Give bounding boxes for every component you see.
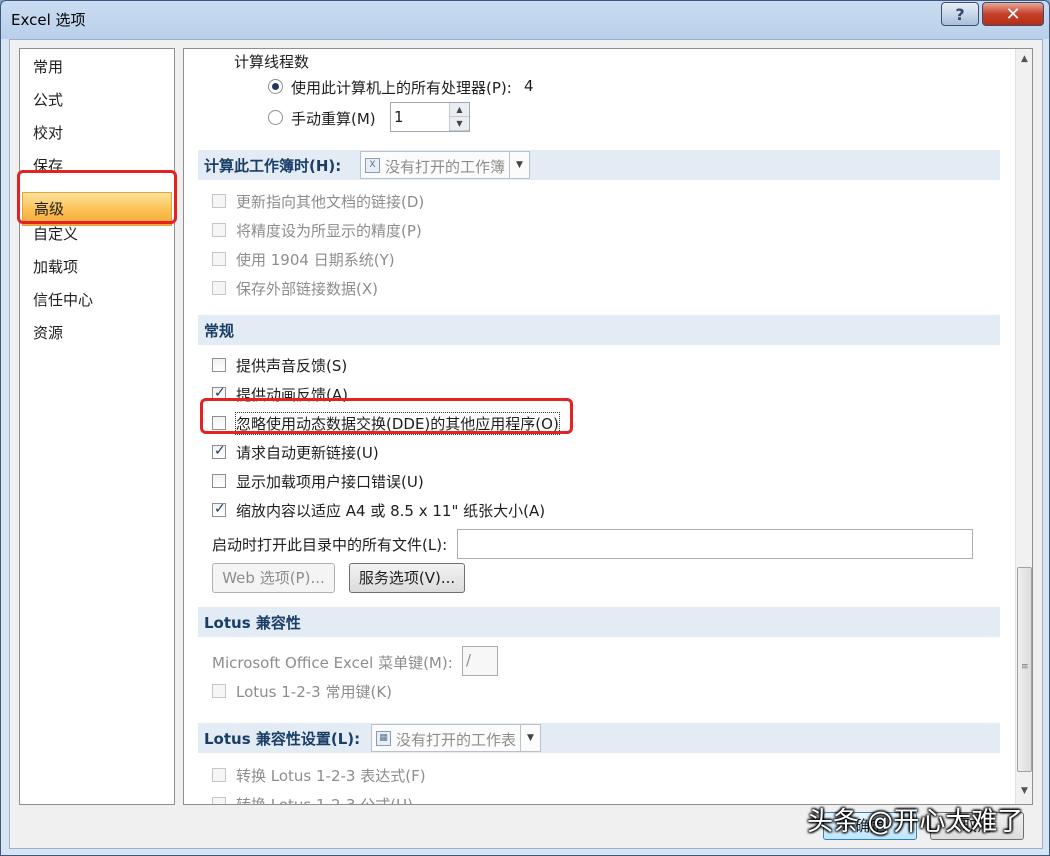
- startup-folder-input[interactable]: [457, 529, 973, 559]
- addin-ui-errors-label: 显示加载项用户接口错误(U): [236, 473, 424, 491]
- manual-threads-radio[interactable]: [268, 110, 283, 125]
- processor-count: 4: [524, 77, 534, 95]
- lotus-section-header: Lotus 兼容性: [198, 607, 1000, 637]
- nav-item-proofing[interactable]: 校对: [33, 121, 63, 145]
- transition-formula-eval-label: 转换 Lotus 1-2-3 表达式(F): [236, 767, 426, 785]
- workbook-combo-value: 没有打开的工作簿: [385, 158, 506, 176]
- vertical-scrollbar[interactable]: ▲ ≡ ▼: [1015, 49, 1032, 804]
- manual-threads-label: 手动重算(M): [291, 110, 376, 128]
- transition-formula-entry-checkbox[interactable]: [212, 797, 226, 804]
- window-title: Excel 选项: [11, 11, 86, 29]
- spin-down-icon[interactable]: ▼: [450, 117, 469, 131]
- category-nav: 常用 公式 校对 保存 高级 自定义 加载项 信任中心 资源: [19, 48, 175, 805]
- update-links-checkbox[interactable]: [212, 194, 226, 208]
- transition-formula-entry-label: 转换 Lotus 1-2-3 公式(U): [236, 796, 413, 805]
- startup-folder-label: 启动时打开此目录中的所有文件(L):: [212, 536, 448, 554]
- spinner-arrows[interactable]: ▲ ▼: [449, 103, 469, 131]
- menu-key-label: Microsoft Office Excel 菜单键(M):: [212, 654, 453, 672]
- help-button[interactable]: ?: [941, 2, 979, 26]
- service-options-button[interactable]: 服务选项(V)...: [349, 563, 465, 593]
- lotus-worksheet-combo[interactable]: ▦ 没有打开的工作表 ▼: [371, 724, 541, 752]
- precision-as-displayed-checkbox[interactable]: [212, 223, 226, 237]
- dialog-body: 常用 公式 校对 保存 高级 自定义 加载项 信任中心 资源 计算线程数 使用此…: [9, 39, 1043, 849]
- menu-key-value: /: [466, 651, 472, 669]
- spin-up-icon[interactable]: ▲: [450, 103, 469, 117]
- highlight-advanced-box: [17, 170, 177, 224]
- nav-item-addins[interactable]: 加载项: [33, 255, 78, 279]
- manual-threads-value: 1: [394, 108, 404, 126]
- nav-item-customize[interactable]: 自定义: [33, 222, 78, 246]
- nav-item-resources[interactable]: 资源: [33, 321, 63, 345]
- watermark-text: 头条 @开心太难了: [807, 807, 1024, 837]
- scale-content-checkbox[interactable]: ✓: [212, 501, 226, 517]
- update-links-label: 更新指向其他文档的链接(D): [236, 193, 425, 211]
- date-1904-label: 使用 1904 日期系统(Y): [236, 251, 395, 269]
- worksheet-icon: ▦: [376, 731, 391, 746]
- scroll-up-icon[interactable]: ▲: [1016, 51, 1032, 68]
- nav-item-trust-center[interactable]: 信任中心: [33, 288, 93, 312]
- lotus-nav-keys-label: Lotus 1-2-3 常用键(K): [236, 683, 393, 701]
- lotus-worksheet-combo-value: 没有打开的工作表: [396, 731, 517, 749]
- scale-content-label: 缩放内容以适应 A4 或 8.5 x 11" 纸张大小(A): [236, 502, 546, 520]
- save-external-links-label: 保存外部链接数据(X): [236, 280, 378, 298]
- excel-options-window: Excel 选项 ? ✕ 常用 公式 校对 保存 高级 自定义 加载项 信任中心…: [0, 0, 1050, 856]
- lotus-settings-section-title: Lotus 兼容性设置(L):: [204, 730, 361, 748]
- checkmark-icon: ✓: [214, 443, 226, 459]
- addin-ui-errors-checkbox[interactable]: [212, 474, 226, 488]
- workbook-section-title: 计算此工作簿时(H):: [204, 157, 342, 175]
- workbook-combo[interactable]: X 没有打开的工作簿 ▼: [360, 151, 530, 179]
- nav-item-formulas[interactable]: 公式: [33, 88, 63, 112]
- lotus-nav-keys-checkbox[interactable]: [212, 684, 226, 698]
- manual-threads-spinner[interactable]: 1 ▲ ▼: [390, 102, 470, 132]
- web-options-button[interactable]: Web 选项(P)...: [212, 563, 335, 593]
- title-bar: Excel 选项 ? ✕: [1, 1, 1049, 39]
- workbook-section-header: 计算此工作簿时(H):: [198, 150, 1000, 180]
- use-all-processors-label: 使用此计算机上的所有处理器(P):: [291, 79, 512, 97]
- chevron-down-icon[interactable]: ▼: [509, 152, 529, 178]
- calc-threads-heading: 计算线程数: [234, 53, 310, 71]
- sound-feedback-checkbox[interactable]: [212, 358, 226, 372]
- chevron-down-icon[interactable]: ▼: [520, 725, 540, 751]
- general-section-title: 常规: [204, 322, 235, 340]
- advanced-options-panel: 计算线程数 使用此计算机上的所有处理器(P): 4 手动重算(M) 1 ▲ ▼ …: [183, 48, 1033, 805]
- menu-key-input[interactable]: /: [462, 646, 498, 676]
- save-external-links-checkbox[interactable]: [212, 281, 226, 295]
- sound-feedback-label: 提供声音反馈(S): [236, 357, 348, 375]
- checkmark-icon: ✓: [214, 501, 226, 517]
- nav-item-general[interactable]: 常用: [33, 55, 63, 79]
- lotus-section-title: Lotus 兼容性: [204, 614, 301, 632]
- auto-update-links-label: 请求自动更新链接(U): [236, 444, 379, 462]
- scroll-down-icon[interactable]: ▼: [1016, 783, 1032, 800]
- grip-icon: ≡: [1021, 662, 1029, 672]
- general-section-header: 常规: [198, 315, 1000, 345]
- transition-formula-eval-checkbox[interactable]: [212, 768, 226, 782]
- precision-as-displayed-label: 将精度设为所显示的精度(P): [236, 222, 422, 240]
- workbook-icon: X: [365, 158, 380, 173]
- date-1904-checkbox[interactable]: [212, 252, 226, 266]
- auto-update-links-checkbox[interactable]: ✓: [212, 443, 226, 459]
- scrollbar-thumb[interactable]: ≡: [1017, 567, 1032, 772]
- highlight-dde-box: [200, 398, 573, 434]
- close-button[interactable]: ✕: [982, 2, 1044, 26]
- use-all-processors-radio[interactable]: [268, 79, 283, 94]
- lotus-settings-section-header: Lotus 兼容性设置(L):: [198, 723, 1000, 753]
